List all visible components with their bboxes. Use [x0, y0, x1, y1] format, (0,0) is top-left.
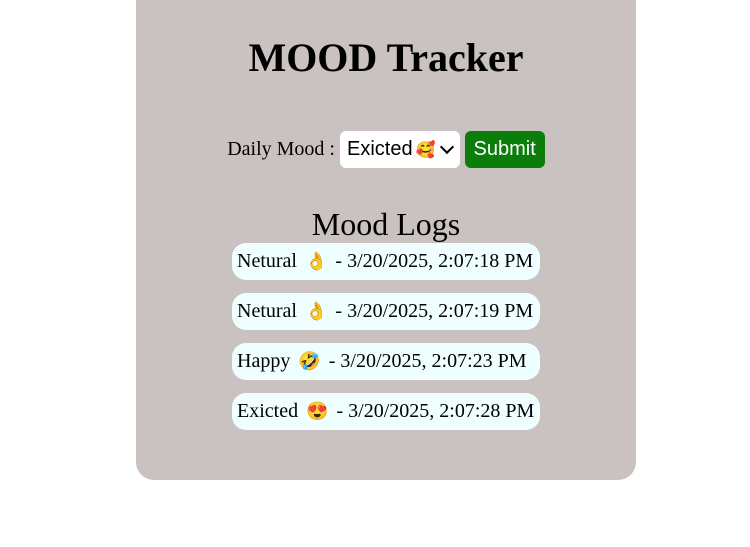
- daily-mood-label: Daily Mood :: [227, 138, 335, 160]
- log-timestamp: - 3/20/2025, 2:07:18 PM: [335, 250, 534, 272]
- log-timestamp: - 3/20/2025, 2:07:23 PM: [328, 350, 527, 372]
- mood-select-value: Exicted: [347, 138, 413, 160]
- mood-form: Daily Mood : Exicted 🥰 Submit: [136, 131, 636, 168]
- list-item: Happy 🤣 - 3/20/2025, 2:07:23 PM: [232, 343, 540, 380]
- mood-logs-heading: Mood Logs: [311, 206, 461, 242]
- list-item: Netural 👌 - 3/20/2025, 2:07:18 PM: [232, 243, 540, 280]
- log-mood: Netural: [237, 300, 297, 322]
- ok-hand-icon: 👌: [304, 301, 328, 321]
- mood-emoji-icon: 🥰: [415, 141, 436, 159]
- log-mood: Netural: [237, 250, 297, 272]
- list-item: Netural 👌 - 3/20/2025, 2:07:19 PM: [232, 293, 540, 330]
- log-mood: Happy: [237, 350, 291, 372]
- log-timestamp: - 3/20/2025, 2:07:28 PM: [336, 400, 535, 422]
- chevron-down-icon: [439, 139, 454, 155]
- log-timestamp: - 3/20/2025, 2:07:19 PM: [335, 300, 534, 322]
- log-mood: Exicted: [237, 400, 299, 422]
- laughing-face-icon: 🤣: [298, 351, 321, 371]
- mood-select[interactable]: Exicted 🥰: [340, 131, 460, 168]
- heart-eyes-icon: 😍: [306, 401, 329, 421]
- mood-logs-list: Netural 👌 - 3/20/2025, 2:07:18 PM Netura…: [232, 243, 540, 443]
- list-item: Exicted 😍 - 3/20/2025, 2:07:28 PM: [232, 393, 540, 430]
- submit-button[interactable]: Submit: [464, 131, 545, 168]
- mood-tracker-card: MOOD Tracker Daily Mood : Exicted 🥰 Subm…: [136, 0, 636, 480]
- ok-hand-icon: 👌: [304, 251, 328, 271]
- page-title: MOOD Tracker: [248, 35, 524, 80]
